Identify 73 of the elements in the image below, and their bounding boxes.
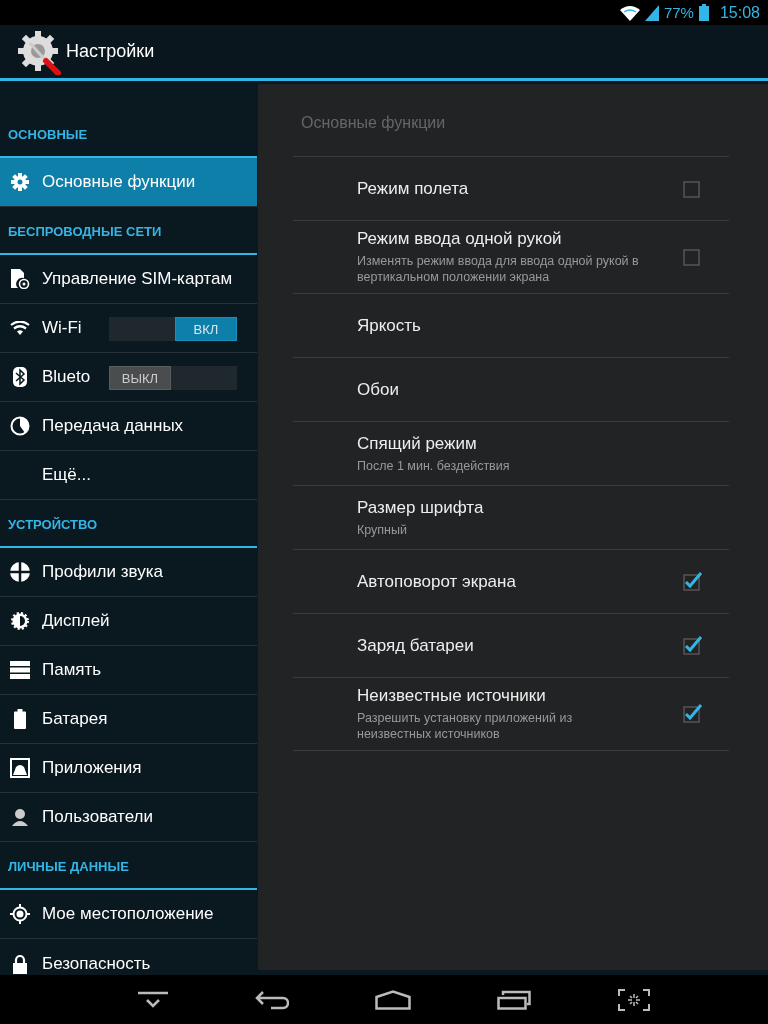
setting-title: Автоповорот экрана [357,571,517,592]
pane-title: Основные функции [293,114,729,157]
sidebar-item[interactable]: Приложения [0,744,257,793]
sidebar-item[interactable]: Blueto ВЫКЛ [0,353,257,402]
setting-title: Обои [357,379,400,400]
checkbox[interactable] [681,570,703,593]
sidebar-item[interactable]: Мое местоположение [0,890,257,939]
lock-icon [12,953,28,974]
brightness-icon [10,611,30,631]
sidebar-item[interactable]: Безопасность [0,939,257,975]
checkbox[interactable] [681,246,703,268]
setting-summary: Изменять режим ввода для ввода одной рукой в вертикальном положении экрана [357,253,640,285]
setting-summary: После 1 мин. бездействия [357,457,511,474]
sim-card-icon [10,269,30,289]
setting-row[interactable]: Автоповорот экрана [293,550,729,614]
sidebar-item[interactable]: Пользователи [0,793,257,842]
setting-row[interactable]: Размер шрифта Крупный [293,486,729,550]
sidebar-item[interactable]: Дисплей [0,597,257,646]
checkbox[interactable] [681,634,703,657]
setting-title: Яркость [357,315,422,336]
sidebar-item[interactable]: Wi-Fi ВКЛ [0,304,257,353]
setting-title: Неизвестные источники [357,686,547,706]
setting-title: Режим полета [357,178,470,199]
screenshot-icon[interactable] [617,988,650,1011]
back-icon[interactable] [254,989,289,1010]
sidebar-item[interactable]: Профили звука [0,548,257,597]
setting-title: Размер шрифта [357,497,485,518]
gear-screwdriver-icon [16,28,62,75]
sidebar-item[interactable]: Основные функции [0,158,257,207]
gear-icon [11,173,29,191]
toggle-switch[interactable]: ВЫКЛ [109,366,237,390]
setting-row[interactable]: Режим полета [293,157,729,221]
sound-profile-icon [10,562,30,582]
setting-row[interactable]: Спящий режим После 1 мин. бездействия [293,422,729,486]
wifi-icon [10,321,30,335]
location-target-icon [10,904,30,924]
toggle-switch[interactable]: ВКЛ [109,317,237,341]
switch-thumb: ВЫКЛ [109,366,171,390]
sidebar-item[interactable]: Передача данных [0,402,257,451]
setting-summary: Крупный [357,521,408,538]
recent-apps-icon[interactable] [497,989,532,1010]
setting-title: Режим ввода одной рукой [357,229,563,249]
clock: 15:08 [719,3,760,22]
setting-row[interactable]: Неизвестные источники Разрешить установку приложений из неизвестных источников [293,678,729,751]
setting-title: Спящий режим [357,433,478,454]
section-header: БЕСПРОВОДНЫЕ СЕТИ [0,207,257,255]
battery-percent: 77% [663,4,694,21]
apps-icon [10,758,30,778]
setting-row[interactable]: Режим ввода одной рукой Изменять режим ввода для ввода одной рукой в вертикальном положении экрана [293,221,729,294]
home-icon[interactable] [374,989,411,1010]
sidebar-item[interactable]: Батарея [0,695,257,744]
bluetooth-icon [13,367,27,387]
battery-icon [14,709,26,729]
wifi-icon [619,4,640,21]
signal-icon [644,4,659,21]
app-title: Настройки [66,41,155,62]
sidebar-item[interactable]: Память [0,646,257,695]
user-icon [11,808,29,826]
setting-row[interactable]: Обои [293,358,729,422]
sidebar-item[interactable]: Управление SIM-картам [0,255,257,304]
section-header: ЛИЧНЫЕ ДАННЫЕ [0,842,257,890]
switch-thumb: ВКЛ [175,317,237,341]
setting-title: Заряд батареи [357,635,475,656]
storage-icon [10,661,30,679]
pie-chart-icon [10,416,30,436]
section-header: УСТРОЙСТВО [0,500,257,548]
setting-row[interactable]: Яркость [293,294,729,358]
sidebar-item[interactable]: Ещё... [0,451,257,500]
checkbox[interactable] [681,703,703,725]
menu-hide-icon[interactable] [138,990,169,1009]
battery-icon [698,4,709,21]
setting-row[interactable]: Заряд батареи [293,614,729,678]
setting-summary: Разрешить установку приложений из неизвестных источников [357,710,574,742]
